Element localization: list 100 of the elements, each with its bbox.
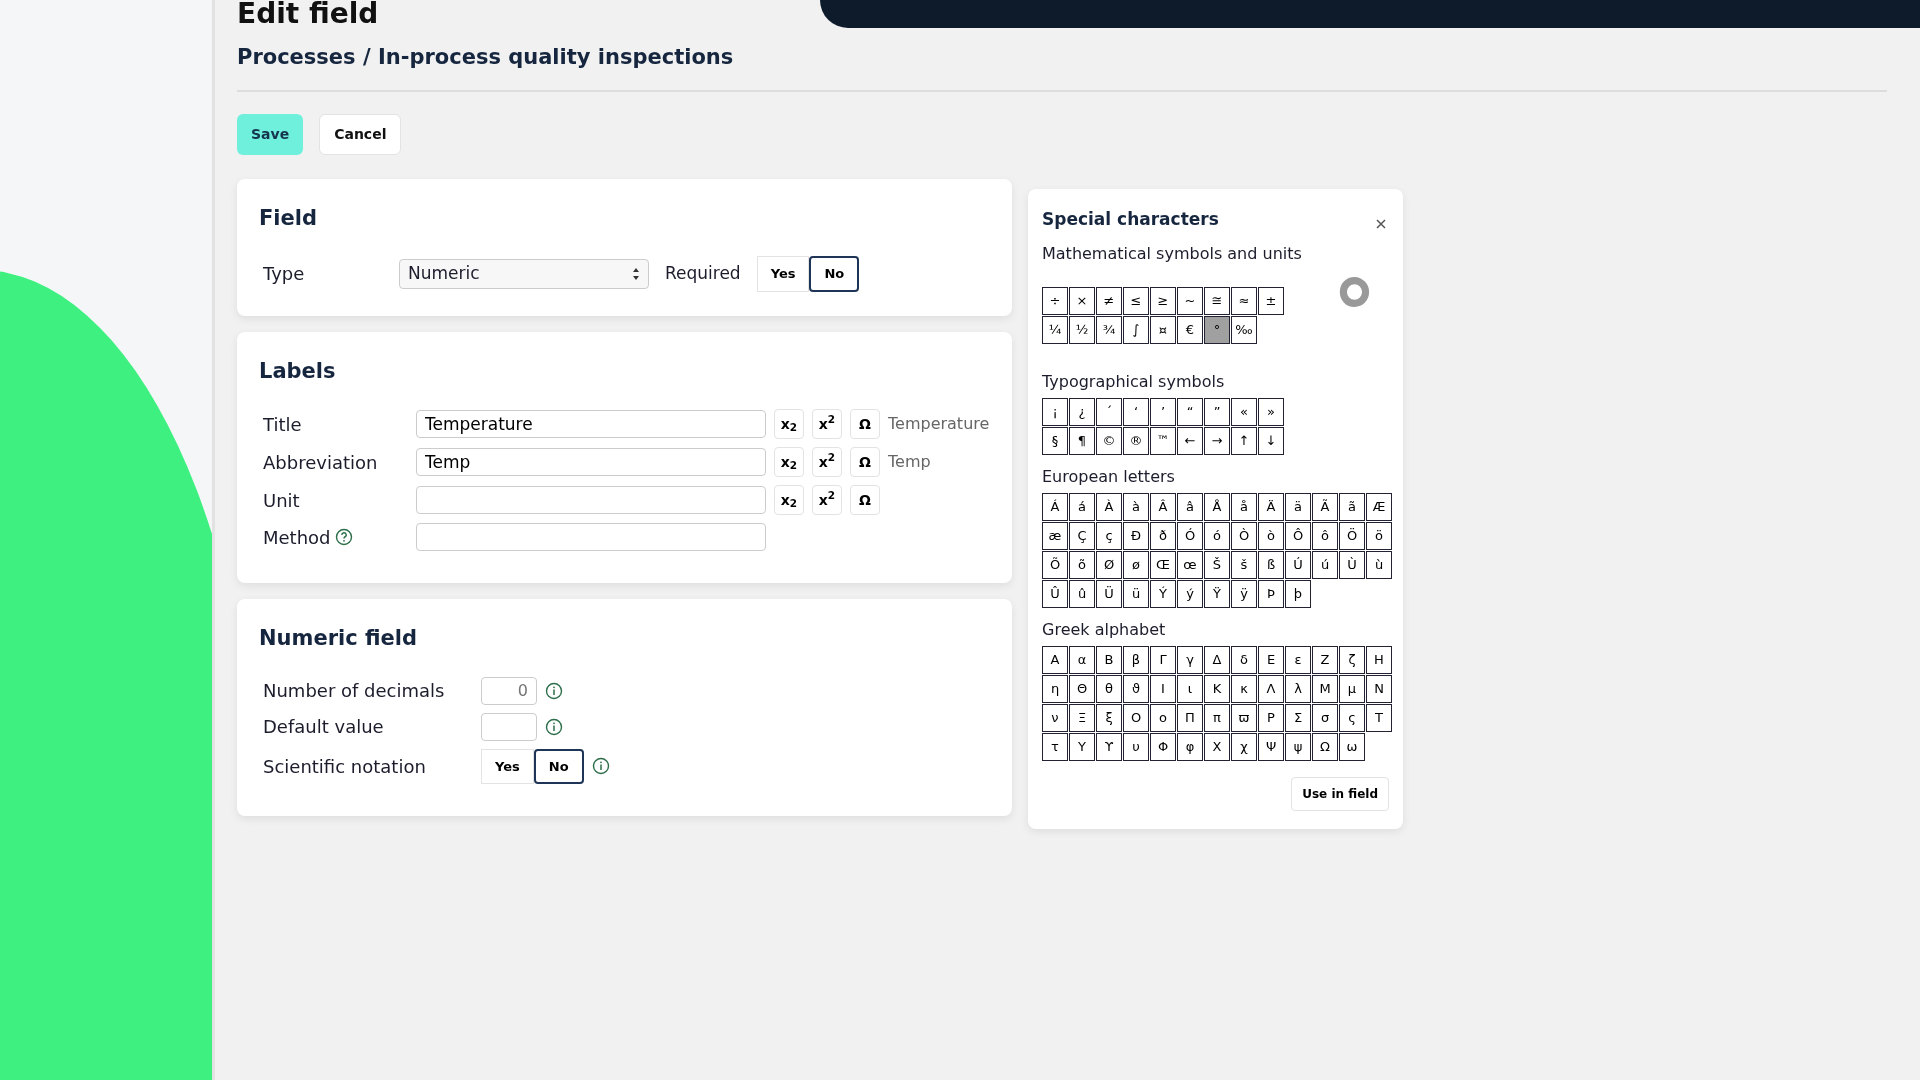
character-key[interactable]: Λ xyxy=(1258,675,1284,703)
text-field[interactable]: Temperature xyxy=(416,410,766,438)
text-field[interactable] xyxy=(416,523,766,551)
character-key[interactable]: × xyxy=(1069,286,1095,315)
character-key[interactable]: ↓ xyxy=(1258,427,1284,455)
character-key[interactable]: Ô xyxy=(1285,522,1311,550)
character-key[interactable]: Ã xyxy=(1312,493,1338,521)
toggle-option[interactable]: No xyxy=(533,748,584,784)
character-key[interactable]: ó xyxy=(1204,522,1230,550)
character-key[interactable]: þ xyxy=(1285,580,1311,608)
use-in-field-button[interactable]: Use in field xyxy=(1291,777,1389,811)
character-key[interactable]: Ο xyxy=(1123,704,1149,732)
character-key[interactable]: κ xyxy=(1231,675,1257,703)
character-key[interactable]: Ι xyxy=(1150,675,1176,703)
format-button[interactable]: x$_{2}$ xyxy=(774,447,804,477)
character-key[interactable]: Å xyxy=(1204,493,1230,521)
character-key[interactable]: Ω xyxy=(1312,733,1338,761)
character-key[interactable]: χ xyxy=(1231,733,1257,761)
character-key[interactable]: Ý xyxy=(1150,580,1176,608)
character-key[interactable]: ö xyxy=(1366,522,1392,550)
character-key[interactable]: η xyxy=(1042,675,1068,703)
character-key[interactable]: œ xyxy=(1177,551,1203,579)
format-button[interactable]: Ω xyxy=(850,409,880,439)
character-key[interactable]: ½ xyxy=(1069,315,1095,344)
character-key[interactable]: Š xyxy=(1204,551,1230,579)
character-key[interactable]: ∫ xyxy=(1123,315,1149,344)
character-key[interactable]: τ xyxy=(1042,733,1068,761)
character-key[interactable]: ~ xyxy=(1177,286,1203,315)
character-key[interactable]: â xyxy=(1177,493,1203,521)
character-key[interactable]: Ø xyxy=(1096,551,1122,579)
character-key[interactable]: Ó xyxy=(1177,522,1203,550)
character-key[interactable]: ¤ xyxy=(1150,315,1176,344)
character-key[interactable]: ¶ xyxy=(1069,427,1095,455)
character-key[interactable]: δ xyxy=(1231,646,1257,674)
character-key[interactable]: © xyxy=(1096,427,1122,455)
character-key[interactable]: Ú xyxy=(1285,551,1311,579)
character-key[interactable]: Μ xyxy=(1312,675,1338,703)
character-key[interactable]: § xyxy=(1042,427,1068,455)
character-key[interactable]: š xyxy=(1231,551,1257,579)
format-button[interactable]: x$_{2}$ xyxy=(774,409,804,439)
character-key[interactable]: À xyxy=(1096,493,1122,521)
character-key[interactable]: “ xyxy=(1177,398,1203,426)
character-key[interactable]: ↑ xyxy=(1231,427,1257,455)
character-key[interactable]: å xyxy=(1231,493,1257,521)
character-key[interactable]: Â xyxy=(1150,493,1176,521)
character-key[interactable]: Γ xyxy=(1150,646,1176,674)
character-key[interactable]: ≤ xyxy=(1123,286,1149,315)
character-key[interactable]: Õ xyxy=(1042,551,1068,579)
character-key[interactable]: ± xyxy=(1258,286,1284,315)
number-field[interactable]: 0 xyxy=(481,676,537,705)
character-key[interactable]: Ð xyxy=(1123,522,1149,550)
character-key[interactable]: ã xyxy=(1339,493,1365,521)
character-key[interactable]: ÿ xyxy=(1231,580,1257,608)
character-key[interactable]: ” xyxy=(1204,398,1230,426)
character-key[interactable]: ε xyxy=(1285,646,1311,674)
character-key[interactable]: ® xyxy=(1123,427,1149,455)
format-button[interactable]: Ω xyxy=(850,447,880,477)
save-button[interactable]: Save xyxy=(237,113,304,155)
character-key[interactable]: ≈ xyxy=(1231,286,1257,315)
character-key[interactable]: Ü xyxy=(1096,580,1122,608)
character-key[interactable]: ç xyxy=(1096,522,1122,550)
character-key[interactable]: Ä xyxy=(1258,493,1284,521)
character-key[interactable]: Β xyxy=(1096,646,1122,674)
character-key[interactable]: ø xyxy=(1123,551,1149,579)
character-key[interactable]: ´ xyxy=(1096,398,1122,426)
character-key[interactable]: ò xyxy=(1258,522,1284,550)
character-key[interactable]: ϑ xyxy=(1123,675,1149,703)
cancel-button[interactable]: Cancel xyxy=(319,113,402,155)
character-key[interactable]: ’ xyxy=(1150,398,1176,426)
character-key[interactable]: μ xyxy=(1339,675,1365,703)
character-key[interactable]: ϒ xyxy=(1096,733,1122,761)
character-key[interactable]: Ò xyxy=(1231,522,1257,550)
character-key[interactable]: ð xyxy=(1150,522,1176,550)
character-key[interactable]: € xyxy=(1177,315,1203,344)
character-key[interactable]: û xyxy=(1069,580,1095,608)
character-key[interactable]: Φ xyxy=(1150,733,1176,761)
format-button[interactable]: x$^{2}$ xyxy=(812,447,842,477)
character-key[interactable]: Υ xyxy=(1069,733,1095,761)
character-key[interactable]: θ xyxy=(1096,675,1122,703)
character-key[interactable]: ä xyxy=(1285,493,1311,521)
character-key[interactable]: ϖ xyxy=(1231,704,1257,732)
character-key[interactable]: φ xyxy=(1177,733,1203,761)
character-key[interactable]: Ρ xyxy=(1258,704,1284,732)
character-key[interactable]: ι xyxy=(1177,675,1203,703)
format-button[interactable]: x$^{2}$ xyxy=(812,409,842,439)
character-key[interactable]: ← xyxy=(1177,427,1203,455)
character-key[interactable]: Æ xyxy=(1366,493,1392,521)
character-key[interactable]: Ö xyxy=(1339,522,1365,550)
character-key[interactable]: λ xyxy=(1285,675,1311,703)
character-key[interactable]: Δ xyxy=(1204,646,1230,674)
format-button[interactable]: Ω xyxy=(850,485,880,515)
character-key[interactable]: æ xyxy=(1042,522,1068,550)
format-button[interactable]: x$^{2}$ xyxy=(812,485,842,515)
character-key[interactable]: Ζ xyxy=(1312,646,1338,674)
character-key[interactable]: Κ xyxy=(1204,675,1230,703)
character-key[interactable]: Τ xyxy=(1366,704,1392,732)
character-key[interactable]: ù xyxy=(1366,551,1392,579)
character-key[interactable]: ¾ xyxy=(1096,315,1122,344)
character-key[interactable]: ý xyxy=(1177,580,1203,608)
character-key[interactable]: ‰ xyxy=(1231,315,1257,344)
